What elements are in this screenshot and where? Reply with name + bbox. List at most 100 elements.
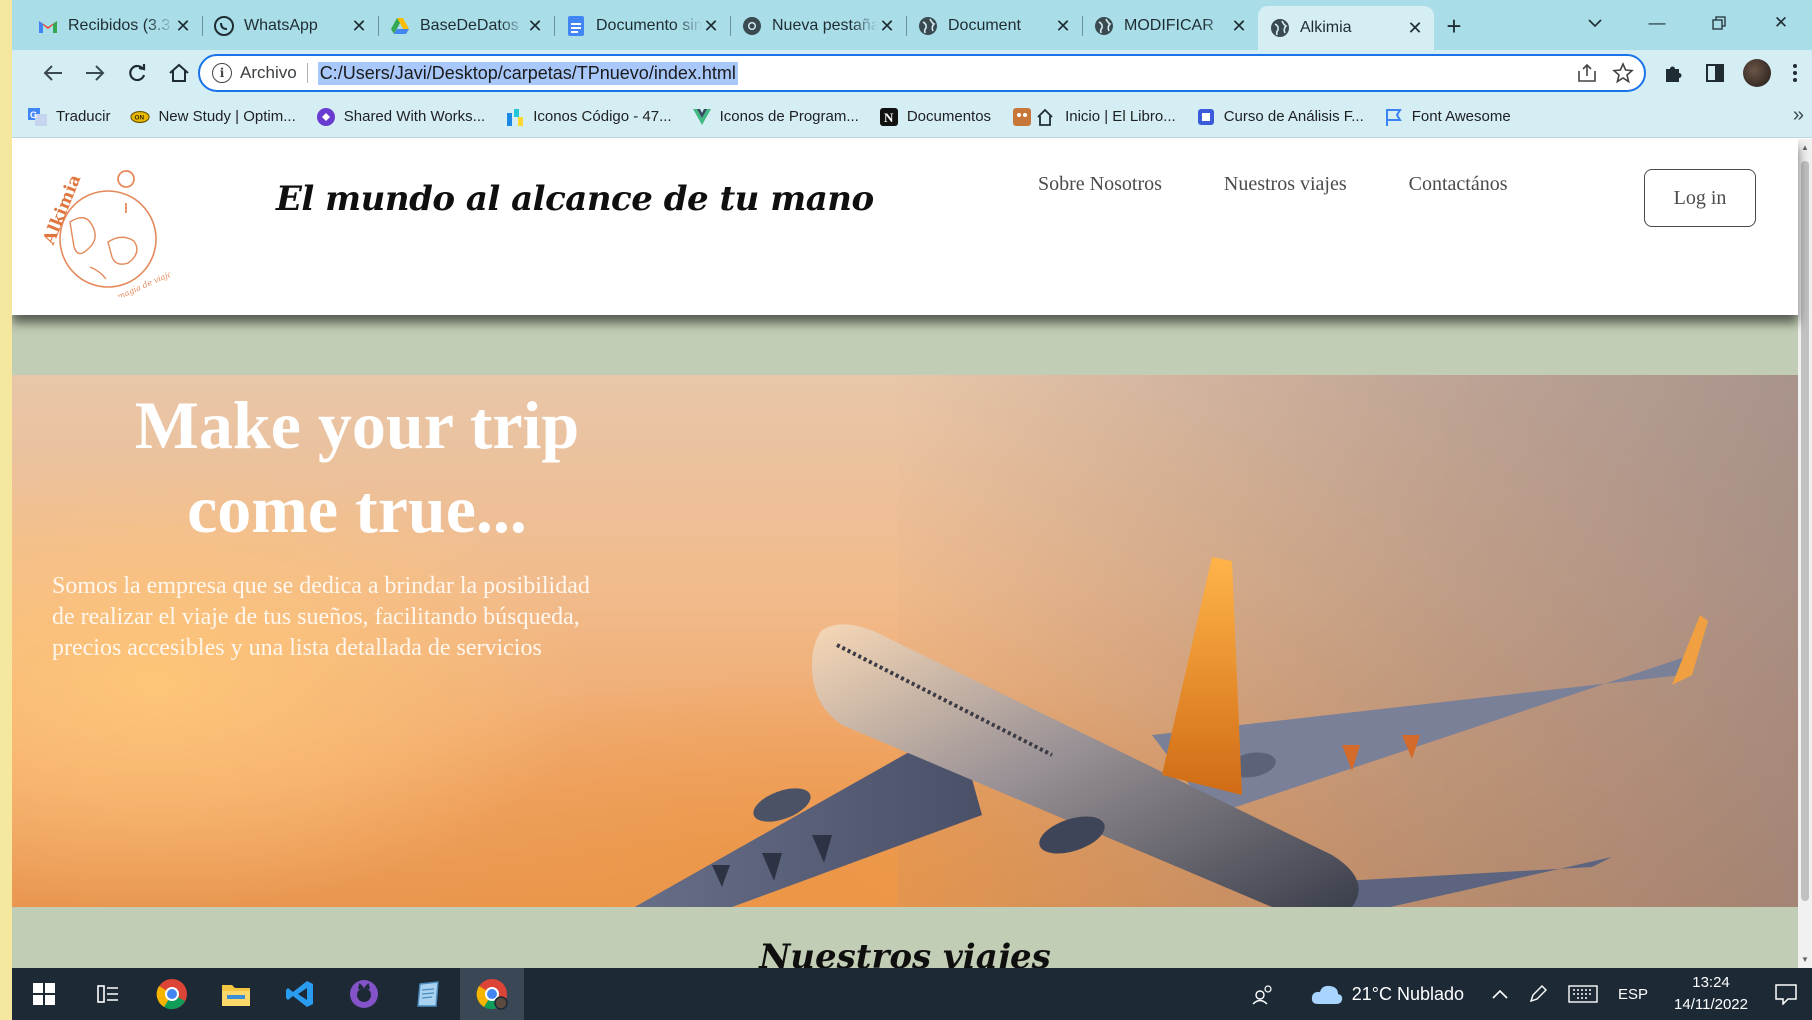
airplane-image [634,557,1708,907]
puzzle-icon [1666,66,1682,82]
address-actions [1576,56,1634,90]
pen-icon[interactable] [1518,984,1558,1004]
tab-title: Recibidos (3.3 [68,17,171,34]
arrow-right-icon [86,65,105,81]
section-title-nuestros-viajes: Nuestros viajes [759,937,1051,968]
bookmark-inicio-el-libro[interactable]: Inicio | El Libro... [1011,107,1176,126]
tab-basededatos[interactable]: BaseDeDatos ✕ [378,6,554,46]
logo-subtext: La magia de viajar [104,267,170,297]
page-scrollbar[interactable]: ▲ ▼ [1798,139,1812,968]
people-icon[interactable] [1242,983,1300,1005]
bookmarks-bar: G Traducir ON New Study | Optim... Share… [12,96,1812,138]
taskbar-github-desktop[interactable] [332,968,396,1020]
address-bar[interactable]: i Archivo C:/Users/Javi/Desktop/carpetas… [198,54,1646,92]
nav-contactanos[interactable]: Contactános [1409,173,1508,196]
scrollbar-thumb[interactable] [1801,161,1809,901]
close-icon[interactable]: ✕ [1230,16,1248,37]
scroll-down-icon[interactable]: ▼ [1800,955,1810,964]
language-indicator[interactable]: ESP [1608,986,1658,1003]
notifications-icon[interactable] [1764,983,1812,1005]
task-view-icon [97,985,118,1003]
chevron-double-right-icon[interactable]: » [1793,104,1804,127]
site-tagline: El mundo al alcance de tu mano [276,179,874,219]
side-panel-icon [1706,64,1724,82]
tab-document[interactable]: Document ✕ [906,6,1082,46]
bookmark-documentos[interactable]: N Documentos [879,107,991,126]
login-button[interactable]: Log in [1644,169,1756,227]
home-button[interactable] [158,53,200,93]
minimize-button[interactable]: — [1626,0,1688,46]
logo-text: Alkimia [39,172,85,248]
close-icon[interactable]: ✕ [526,16,544,37]
chevron-up-icon[interactable] [1474,989,1518,999]
clock-date: 14/11/2022 [1674,996,1748,1013]
bookmark-traducir[interactable]: G Traducir [28,107,110,126]
info-icon[interactable]: i [212,63,232,83]
reload-button[interactable] [116,53,158,93]
menu-button[interactable] [1778,53,1812,93]
tab-nueva-pestana[interactable]: Nueva pestaña ✕ [730,6,906,46]
hero-description: Somos la empresa que se dedica a brindar… [52,573,590,661]
bookmark-curso-analisis[interactable]: Curso de Análisis F... [1196,108,1364,126]
tab-modificar[interactable]: MODIFICAR ✕ [1082,6,1258,46]
windows-start-button[interactable] [12,968,76,1020]
alkimia-logo[interactable]: Alkimia La magia de viajar [30,167,170,297]
tab-documento[interactable]: Documento sin ✕ [554,6,730,46]
taskbar-vscode[interactable] [268,968,332,1020]
close-window-button[interactable]: ✕ [1750,0,1812,46]
new-tab-button[interactable]: + [1434,6,1474,46]
close-icon[interactable]: ✕ [350,16,368,37]
taskbar-chrome-active[interactable] [460,968,524,1020]
tab-alkimia[interactable]: Alkimia ✕ [1258,6,1434,50]
nav-sobre-nosotros[interactable]: Sobre Nosotros [1038,173,1162,196]
weather-widget[interactable]: 21°C Nublado [1300,982,1474,1006]
globe-icon [918,16,938,36]
close-icon[interactable]: ✕ [878,16,896,37]
google-docs-icon [566,16,586,36]
browser-toolbar: i Archivo C:/Users/Javi/Desktop/carpetas… [12,50,1812,96]
close-icon[interactable]: ✕ [702,16,720,37]
chevron-down-icon [1588,19,1602,28]
taskbar-chrome[interactable] [140,968,204,1020]
newstudy-icon: ON [130,108,151,126]
site-header: Alkimia La magia de viajar El mundo al a… [12,139,1798,315]
nav-nuestros-viajes[interactable]: Nuestros viajes [1224,173,1347,196]
clock-time: 13:24 [1692,974,1730,991]
star-icon[interactable] [1612,62,1634,84]
reload-icon [129,64,146,82]
svg-text:N: N [884,110,894,125]
translate-icon: G [28,107,48,126]
bookmark-font-awesome[interactable]: Font Awesome [1384,108,1511,126]
iconos-icon [505,108,525,126]
profile-button[interactable] [1736,53,1778,93]
github-icon [350,980,378,1008]
side-panel-button[interactable] [1694,53,1736,93]
gmail-icon [38,16,58,36]
flag-icon [1384,108,1404,126]
bookmark-iconos-programacion[interactable]: Iconos de Program... [692,108,859,126]
site-nav: Sobre Nosotros Nuestros viajes Contactán… [1038,173,1508,196]
notion-icon: N [879,107,899,126]
close-icon[interactable]: ✕ [1054,16,1072,37]
address-url[interactable]: C:/Users/Javi/Desktop/carpetas/TPnuevo/i… [317,61,738,85]
share-icon[interactable] [1576,63,1598,83]
bookmark-shared-with-workspace[interactable]: Shared With Works... [316,107,485,126]
extensions-button[interactable] [1652,53,1694,93]
forward-button[interactable] [74,53,116,93]
clock[interactable]: 13:24 14/11/2022 [1658,972,1764,1016]
scroll-up-icon[interactable]: ▲ [1800,143,1810,152]
close-icon[interactable]: ✕ [174,16,192,37]
close-icon[interactable]: ✕ [1406,18,1424,39]
bookmark-iconos-codigo[interactable]: Iconos Código - 47... [505,108,672,126]
tab-gmail[interactable]: Recibidos (3.3 ✕ [26,6,202,46]
bookmark-new-study[interactable]: ON New Study | Optim... [130,108,296,126]
task-view-button[interactable] [76,968,140,1020]
taskbar-notepad[interactable] [396,968,460,1020]
tab-whatsapp[interactable]: WhatsApp ✕ [202,6,378,46]
weather-text: 21°C Nublado [1351,983,1465,1004]
restore-button[interactable] [1688,0,1750,46]
keyboard-icon[interactable] [1558,985,1608,1003]
back-button[interactable] [32,53,74,93]
tab-search-button[interactable] [1564,0,1626,46]
taskbar-file-explorer[interactable] [204,968,268,1020]
